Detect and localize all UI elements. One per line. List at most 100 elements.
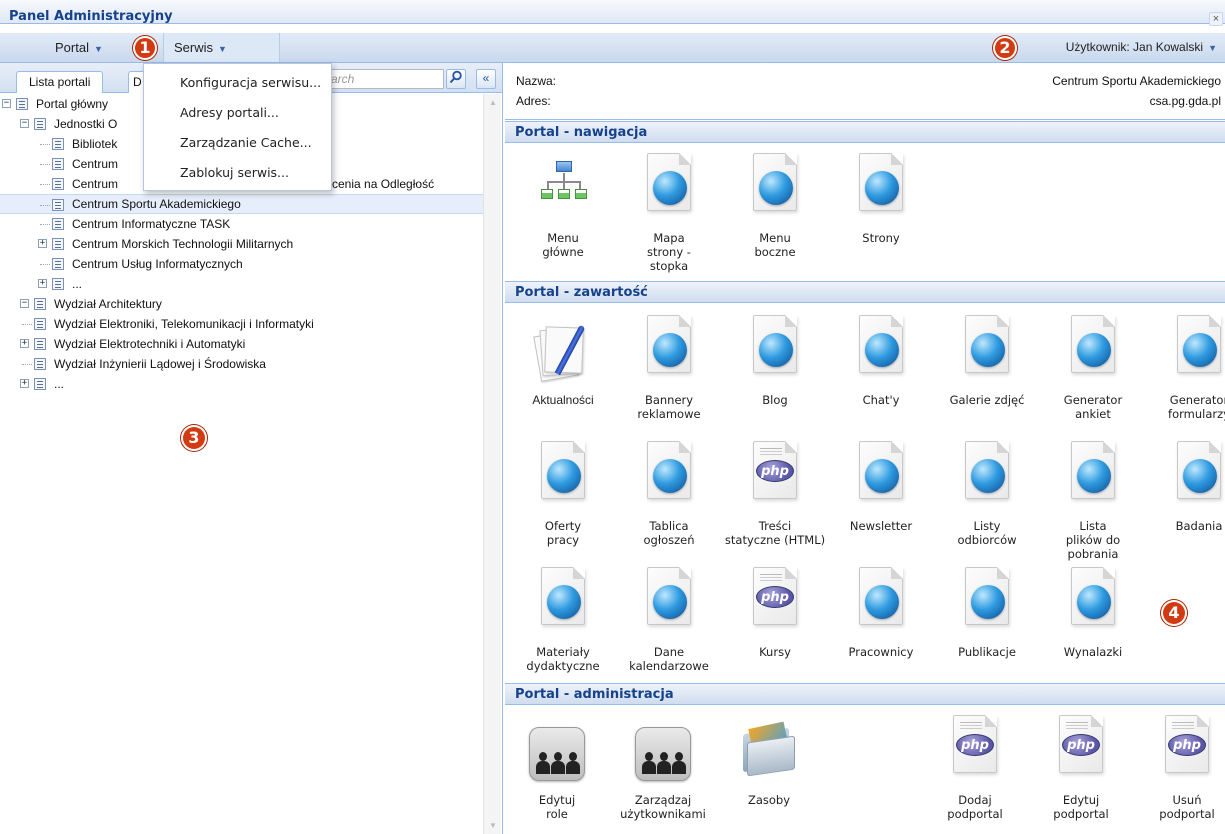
tile-label: Aktualności xyxy=(532,393,594,407)
expand-icon[interactable]: + xyxy=(20,379,29,388)
tile-button[interactable]: php Edytuj podportal xyxy=(1029,713,1133,821)
tree-node[interactable]: − Wydział Architektury xyxy=(0,294,483,314)
news-icon xyxy=(533,313,593,389)
tile-button[interactable]: php Treści statyczne (HTML) xyxy=(723,439,827,547)
people-graphic xyxy=(529,727,585,781)
document-sheet xyxy=(1071,567,1115,625)
tree-node[interactable]: Wydział Inżynierii Lądowej i Środowiska xyxy=(0,354,483,374)
tile-button[interactable]: php Kursy xyxy=(723,565,827,659)
tree-node[interactable]: + Centrum Morskich Technologii Militarnyc… xyxy=(0,234,483,254)
tile-button[interactable]: Blog xyxy=(723,313,827,407)
tile-button[interactable]: Zarządzaj użytkownikami xyxy=(611,713,715,821)
document-sheet xyxy=(859,315,903,373)
serwis-dropdown-menu: Konfiguracja serwisu... Adresy portali...… xyxy=(143,63,332,191)
tree-node[interactable]: Centrum Informatyczne TASK xyxy=(0,214,483,234)
tile-button[interactable]: Lista plików do pobrania xyxy=(1041,439,1145,561)
collapse-icon[interactable]: − xyxy=(20,299,29,308)
tile-button[interactable]: Menu boczne xyxy=(723,151,827,259)
globe-icon xyxy=(653,333,687,367)
globe-document-icon xyxy=(1063,439,1123,515)
collapse-icon[interactable]: − xyxy=(20,119,29,128)
globe-document-icon xyxy=(851,439,911,515)
tile-button[interactable]: Edytuj role xyxy=(505,713,609,821)
globe-icon xyxy=(865,171,899,205)
scroll-down-icon[interactable]: ▼ xyxy=(489,821,497,830)
expand-icon[interactable]: + xyxy=(38,239,47,248)
tree-scrollbar[interactable]: ▲ ▼ xyxy=(483,94,501,834)
tile-button[interactable]: Zasoby xyxy=(717,713,821,807)
tree-node[interactable]: +... xyxy=(0,274,483,294)
page-node-icon xyxy=(34,298,46,310)
tile-button[interactable]: Publikacje xyxy=(935,565,1039,659)
tile-button[interactable]: php Usuń podportal xyxy=(1135,713,1225,821)
tab-lista-portali[interactable]: Lista portali xyxy=(16,71,104,93)
serwis-menu-button[interactable]: Serwis ▼ xyxy=(163,33,280,62)
tile-button[interactable]: Pracownicy xyxy=(829,565,933,659)
tile-button[interactable]: Listy odbiorców xyxy=(935,439,1039,547)
tile-button[interactable]: Badania xyxy=(1147,439,1225,533)
expand-icon[interactable]: + xyxy=(38,279,47,288)
tile-button[interactable]: Newsletter xyxy=(829,439,933,533)
tree-node-label: Bibliotek xyxy=(72,137,118,151)
globe-icon xyxy=(653,585,687,619)
tile-label: Edytuj role xyxy=(538,793,576,821)
document-sheet: php xyxy=(1059,715,1103,773)
people-icon xyxy=(633,713,693,789)
tile-label: Newsletter xyxy=(849,519,913,533)
tile-button[interactable]: Chat'y xyxy=(829,313,933,407)
tile-button[interactable]: Tablica ogłoszeń xyxy=(617,439,721,547)
tile-button[interactable]: Strony xyxy=(829,151,933,245)
tile-button[interactable]: Dane kalendarzowe xyxy=(617,565,721,673)
dropdown-item[interactable]: Zarządzanie Cache... xyxy=(144,128,331,158)
page-node-icon xyxy=(52,178,64,190)
collapse-panel-button[interactable]: « xyxy=(476,69,496,89)
php-logo-icon: php xyxy=(956,734,994,756)
scroll-up-icon[interactable]: ▲ xyxy=(489,98,497,107)
php-logo-icon: php xyxy=(756,586,794,608)
tile-button[interactable]: php Dodaj podportal xyxy=(923,713,1027,821)
sitemap-graphic xyxy=(541,161,587,203)
tile-button[interactable]: Generator ankiet xyxy=(1041,313,1145,421)
tree-node-label: Centrum Morskich Technologii Militarnych xyxy=(72,237,294,251)
tile-button[interactable]: Galerie zdjęć xyxy=(935,313,1039,407)
tile-button[interactable]: Materiały dydaktyczne xyxy=(511,565,615,673)
tile-button[interactable]: Bannery reklamowe xyxy=(617,313,721,421)
php-document-icon: php xyxy=(745,565,805,641)
tree-node[interactable]: Centrum Sportu Akademickiego xyxy=(0,194,483,214)
tree-node[interactable]: Centrum Usług Informatycznych xyxy=(0,254,483,274)
expand-icon[interactable]: + xyxy=(20,339,29,348)
collapse-icon[interactable]: − xyxy=(2,99,11,108)
tile-button[interactable]: Aktualności xyxy=(511,313,615,407)
tree-node-label: Centrum xyxy=(72,177,119,191)
close-icon[interactable]: × xyxy=(1209,12,1223,26)
globe-icon xyxy=(1077,459,1111,493)
search-button[interactable] xyxy=(446,69,466,89)
page-node-icon xyxy=(16,98,28,110)
person-silhouette xyxy=(642,752,656,774)
dropdown-item[interactable]: Konfiguracja serwisu... xyxy=(144,68,331,98)
tile-button[interactable]: Menu główne xyxy=(511,151,615,259)
php-document-icon: php xyxy=(945,713,1005,789)
page-node-icon xyxy=(52,258,64,270)
portal-menu-button[interactable]: Portal ▼ xyxy=(45,33,113,62)
tile-label: Kursy xyxy=(759,645,791,659)
tile-label: Mapa strony - stopka xyxy=(647,231,691,273)
tree-node-label-suffix: cenia na Odległość xyxy=(332,177,435,191)
dropdown-item[interactable]: Zablokuj serwis... xyxy=(144,158,331,188)
text-lines xyxy=(960,722,982,723)
document-sheet: php xyxy=(753,567,797,625)
dropdown-item[interactable]: Adresy portali... xyxy=(144,98,331,128)
tree-connector xyxy=(40,205,50,206)
globe-icon xyxy=(1183,333,1217,367)
tree-node[interactable]: Wydział Elektroniki, Telekomunikacji i I… xyxy=(0,314,483,334)
tile-button[interactable]: Wynalazki xyxy=(1041,565,1145,659)
tile-button[interactable]: Mapa strony - stopka xyxy=(617,151,721,273)
page-node-icon xyxy=(34,358,46,370)
tree-node[interactable]: +... xyxy=(0,374,483,394)
tree-node[interactable]: + Wydział Elektrotechniki i Automatyki xyxy=(0,334,483,354)
user-menu-button[interactable]: Użytkownik: Jan Kowalski ▼ xyxy=(1066,33,1217,63)
tile-button[interactable]: Generator formularzy xyxy=(1147,313,1225,421)
tile-label: Generator formularzy xyxy=(1168,393,1225,421)
window-titlebar: Panel Administracyjny × xyxy=(0,0,1225,26)
tile-button[interactable]: Oferty pracy xyxy=(511,439,615,547)
